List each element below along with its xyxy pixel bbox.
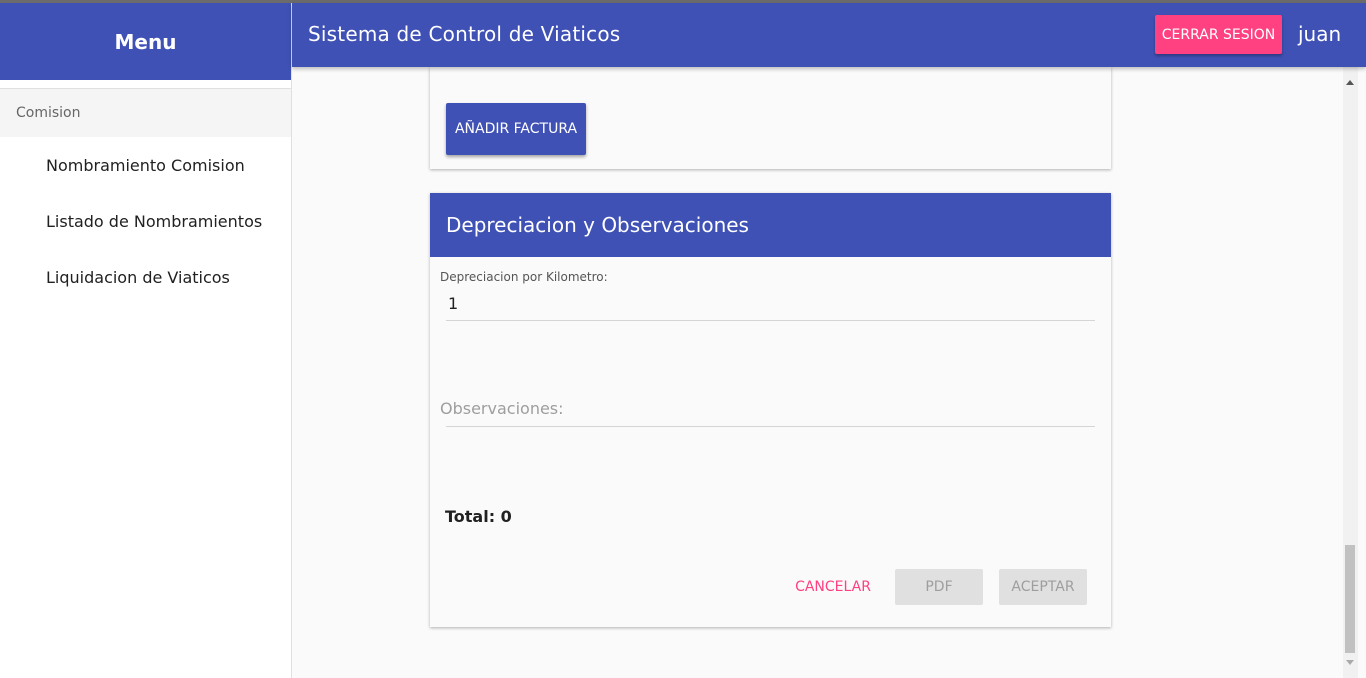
add-invoice-button[interactable]: AÑADIR FACTURA	[446, 103, 586, 155]
sidebar-item-label: Liquidacion de Viaticos	[46, 267, 230, 287]
sidebar-item-label: Nombramiento Comision	[46, 155, 245, 175]
sidebar-title: Menu	[0, 3, 291, 80]
total-amount: Total: 0	[445, 507, 512, 526]
observations-input[interactable]	[446, 393, 1095, 427]
top-app-bar: Sistema de Control de Viaticos CERRAR SE…	[292, 3, 1366, 67]
sidebar-section-comision: Comision	[0, 89, 291, 137]
sidebar-item-nombramiento-comision[interactable]: Nombramiento Comision	[0, 137, 291, 193]
sidebar-item-label: Listado de Nombramientos	[46, 211, 263, 231]
sidebar: Menu Comision Nombramiento Comision List…	[0, 3, 292, 678]
scroll-down-icon[interactable]	[1346, 660, 1354, 665]
logout-button[interactable]: CERRAR SESION	[1155, 15, 1282, 54]
cancel-button[interactable]: CANCELAR	[788, 569, 878, 605]
accept-button[interactable]: ACEPTAR	[999, 569, 1087, 605]
km-depreciation-label: Depreciacion por Kilometro:	[440, 270, 608, 284]
pdf-button[interactable]: PDF	[895, 569, 983, 605]
user-name: juan	[1298, 22, 1342, 46]
vertical-scrollbar[interactable]	[1343, 67, 1358, 678]
km-depreciation-input[interactable]	[446, 291, 1095, 321]
app-title: Sistema de Control de Viaticos	[308, 22, 621, 46]
invoice-card: AÑADIR FACTURA	[430, 67, 1111, 169]
sidebar-item-listado-nombramientos[interactable]: Listado de Nombramientos	[0, 193, 291, 249]
card-title: Depreciacion y Observaciones	[430, 193, 1111, 257]
main-content: AÑADIR FACTURA Depreciacion y Observacio…	[293, 67, 1343, 678]
depreciation-card: Depreciacion y Observaciones Depreciacio…	[430, 193, 1111, 627]
scroll-thumb[interactable]	[1345, 545, 1355, 653]
scroll-up-icon[interactable]	[1346, 80, 1354, 85]
sidebar-item-liquidacion-viaticos[interactable]: Liquidacion de Viaticos	[0, 249, 291, 305]
